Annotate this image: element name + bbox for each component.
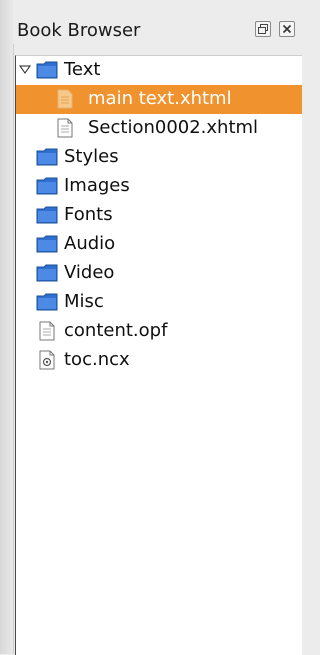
folder-icon bbox=[36, 235, 58, 253]
tree-item-label: Misc bbox=[64, 291, 104, 312]
close-button[interactable] bbox=[279, 21, 295, 37]
tree-item-styles-folder[interactable]: Styles bbox=[16, 143, 302, 172]
tree-item-label: Video bbox=[64, 262, 115, 283]
tree-item-video-folder[interactable]: Video bbox=[16, 259, 302, 288]
tree-item-images-folder[interactable]: Images bbox=[16, 172, 302, 201]
tree-item-label: Section0002.xhtml bbox=[88, 117, 259, 138]
tree-item-content-opf[interactable]: content.opf bbox=[16, 317, 302, 346]
tree-item-main-text-xhtml[interactable]: main text.xhtml bbox=[16, 85, 302, 114]
document-icon bbox=[57, 89, 73, 109]
tree-item-label: Fonts bbox=[64, 204, 113, 225]
tree-item-text-folder[interactable]: Text bbox=[16, 56, 302, 85]
left-edge bbox=[0, 0, 14, 654]
book-browser-panel: Book Browser Text main text.xhtml Sectio… bbox=[13, 0, 302, 655]
expand-arrow-icon[interactable] bbox=[19, 65, 31, 75]
folder-icon bbox=[36, 206, 58, 224]
folder-icon bbox=[36, 148, 58, 166]
document-icon bbox=[57, 118, 73, 138]
panel-titlebar: Book Browser bbox=[13, 0, 301, 44]
tree-item-section0002-xhtml[interactable]: Section0002.xhtml bbox=[16, 114, 302, 143]
tree-item-label: main text.xhtml bbox=[88, 88, 232, 109]
folder-icon bbox=[36, 61, 58, 79]
float-button[interactable] bbox=[255, 21, 271, 37]
tree-item-misc-folder[interactable]: Misc bbox=[16, 288, 302, 317]
tree-item-audio-folder[interactable]: Audio bbox=[16, 230, 302, 259]
tree-item-label: toc.ncx bbox=[64, 349, 130, 370]
panel-title: Book Browser bbox=[17, 20, 141, 41]
folder-icon bbox=[36, 264, 58, 282]
folder-icon bbox=[36, 293, 58, 311]
toc-file-icon bbox=[39, 350, 55, 370]
tree-item-label: Images bbox=[64, 175, 130, 196]
document-icon bbox=[39, 321, 55, 341]
float-icon bbox=[258, 24, 268, 34]
tree-item-label: content.opf bbox=[64, 320, 168, 341]
tree-item-label: Audio bbox=[64, 233, 116, 254]
tree-item-label: Text bbox=[64, 59, 101, 80]
close-icon bbox=[282, 24, 292, 34]
tree-item-fonts-folder[interactable]: Fonts bbox=[16, 201, 302, 230]
tree-item-label: Styles bbox=[64, 146, 119, 167]
book-tree[interactable]: Text main text.xhtml Section0002.xhtml S… bbox=[15, 55, 302, 655]
folder-icon bbox=[36, 177, 58, 195]
tree-item-toc-ncx[interactable]: toc.ncx bbox=[16, 346, 302, 375]
